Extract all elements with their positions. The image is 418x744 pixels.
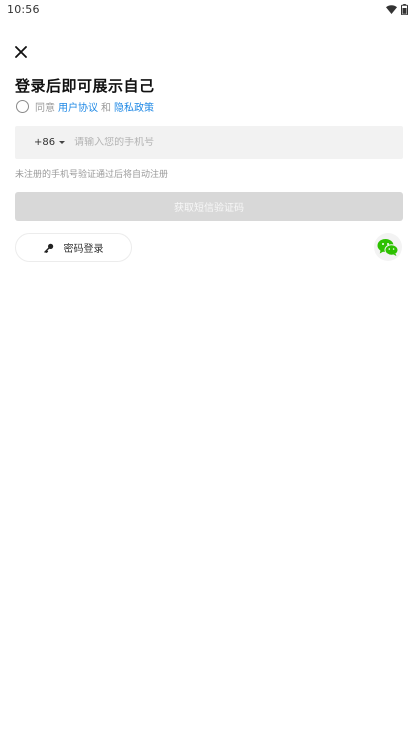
agreement-row: 同意 用户协议 和 隐私政策 xyxy=(16,99,154,114)
page-title: 登录后即可展示自己 xyxy=(15,77,155,95)
wifi-icon xyxy=(386,4,397,14)
status-bar: 10:56 xyxy=(0,0,418,20)
key-icon xyxy=(43,243,53,253)
agreement-prefix: 同意 xyxy=(35,102,55,114)
wechat-login-button[interactable] xyxy=(374,233,402,261)
status-time: 10:56 xyxy=(7,3,40,16)
agreement-conjunction: 和 xyxy=(101,102,111,114)
wechat-icon xyxy=(377,238,399,256)
status-icons xyxy=(386,3,408,15)
privacy-policy-link[interactable]: 隐私政策 xyxy=(114,99,154,114)
register-hint: 未注册的手机号验证通过后将自动注册 xyxy=(15,170,169,180)
battery-icon xyxy=(401,3,408,15)
close-icon xyxy=(15,46,27,58)
password-login-button[interactable]: 密码登录 xyxy=(15,233,132,262)
close-button[interactable] xyxy=(12,43,30,61)
country-code-selector[interactable]: +86 xyxy=(34,137,66,148)
phone-field: +86 xyxy=(15,126,403,159)
agreement-checkbox[interactable] xyxy=(16,99,29,113)
country-code-label: +86 xyxy=(34,137,56,148)
password-login-label: 密码登录 xyxy=(63,244,104,255)
get-sms-code-button[interactable]: 获取短信验证码 xyxy=(15,192,403,221)
user-agreement-link[interactable]: 用户协议 xyxy=(58,99,98,114)
phone-input[interactable] xyxy=(74,137,375,148)
chevron-down-icon xyxy=(59,141,66,144)
